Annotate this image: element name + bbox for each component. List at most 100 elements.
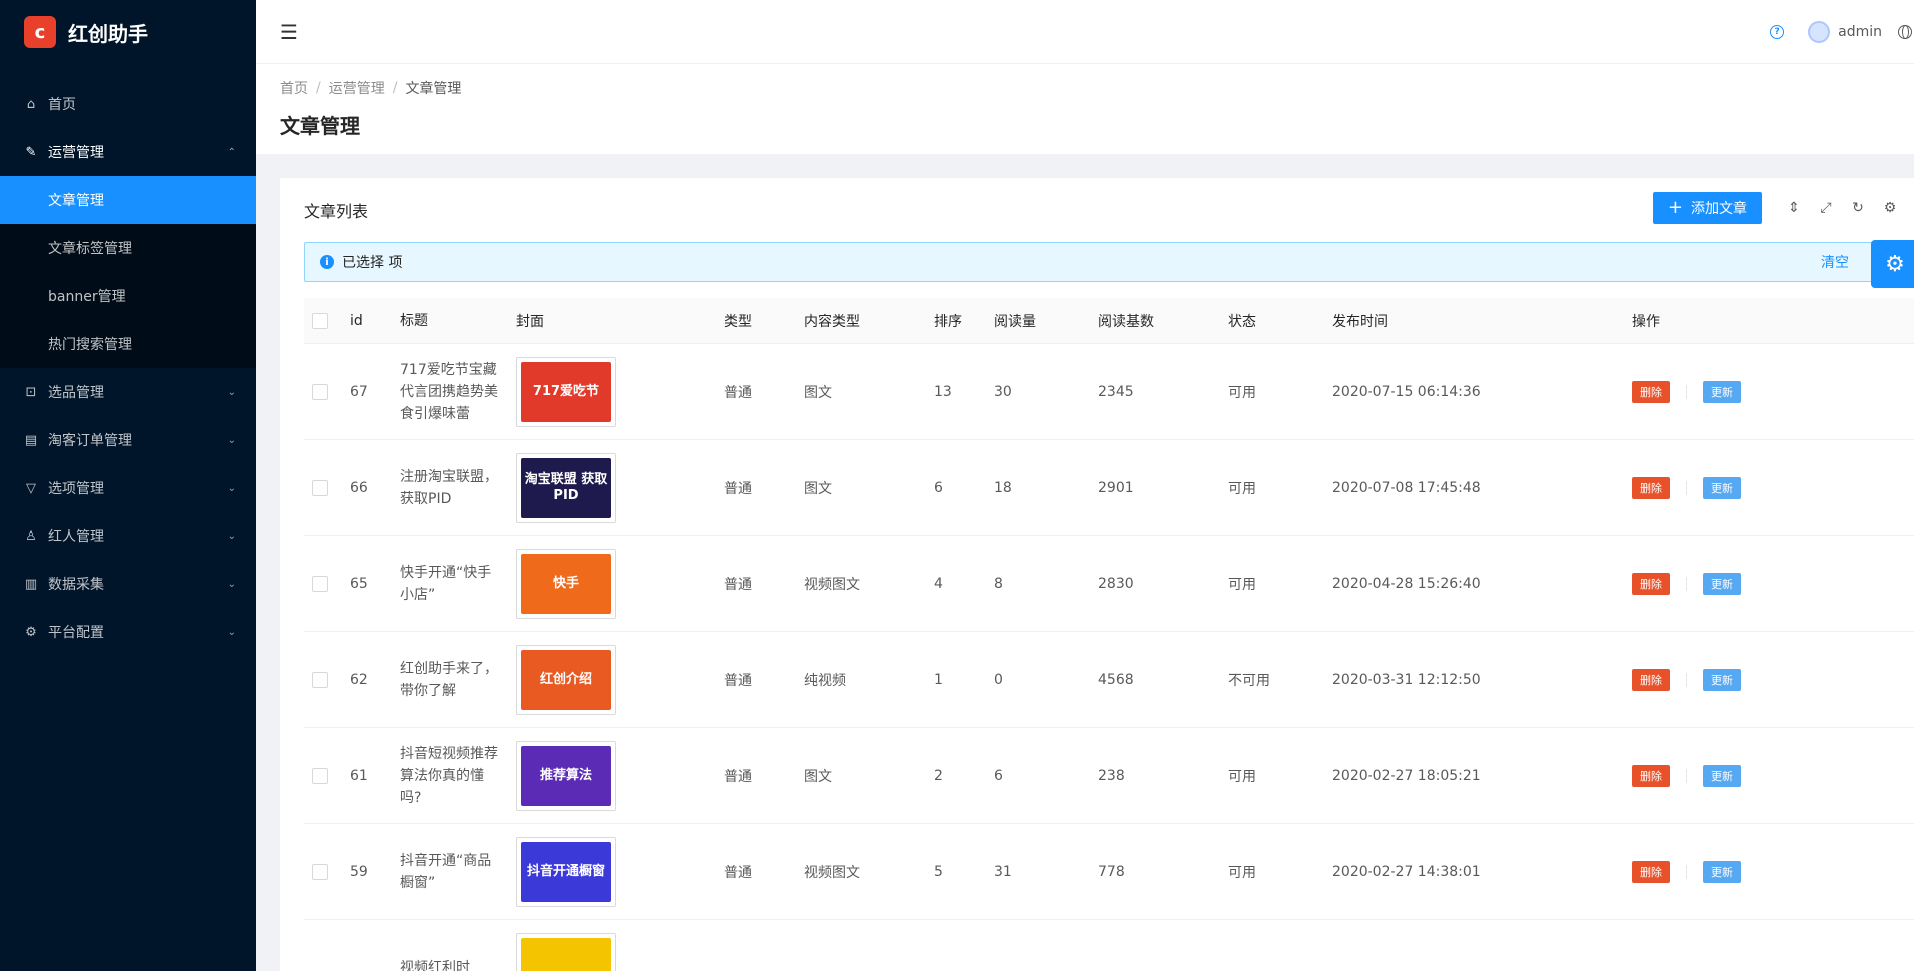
sidebar-item[interactable]: ⌂ 首页: [0, 80, 256, 128]
cover-thumbnail[interactable]: 717爱吃节: [516, 356, 616, 427]
submenu-item[interactable]: 热门搜索管理: [0, 320, 256, 368]
cell-type: 普通: [724, 576, 752, 593]
update-button[interactable]: 更新: [1703, 860, 1741, 883]
logo[interactable]: c 红创助手: [0, 0, 256, 64]
plus-icon: +: [1667, 197, 1683, 218]
submenu-item[interactable]: banner管理: [0, 272, 256, 320]
cover-thumbnail[interactable]: 抖音开通橱窗: [516, 836, 616, 907]
selection-alert: i 已选择 项 清空: [304, 242, 1890, 282]
avatar[interactable]: [1808, 21, 1831, 43]
row-checkbox[interactable]: [312, 383, 328, 400]
breadcrumb-separator: /: [316, 80, 321, 96]
fullscreen-icon[interactable]: ⤢: [1818, 200, 1834, 216]
sidebar-item[interactable]: ▤ 淘客订单管理 ⌄: [0, 416, 256, 464]
divider: [1686, 672, 1687, 687]
update-button[interactable]: 更新: [1703, 380, 1741, 403]
chevron-down-icon: ⌄: [227, 482, 236, 494]
gear-icon: ⚙: [1885, 251, 1905, 277]
cover-thumbnail[interactable]: 红创介绍: [516, 644, 616, 715]
cover-image: 推荐算法: [521, 745, 611, 806]
cell-read-base: 238: [1098, 767, 1125, 784]
cover-thumbnail[interactable]: 快手: [516, 548, 616, 619]
cell-read-count: 30: [994, 383, 1012, 400]
cell-type: 普通: [724, 672, 752, 689]
density-icon[interactable]: ⇕: [1786, 200, 1802, 216]
selection-text: 已选择 项: [342, 255, 403, 271]
cell-type: 普通: [724, 864, 752, 881]
row-checkbox[interactable]: [312, 479, 328, 496]
settings-drawer-button[interactable]: ⚙: [1871, 240, 1914, 288]
cover-thumbnail[interactable]: [516, 932, 616, 971]
cell-title: 视频红利时: [400, 959, 470, 971]
delete-button[interactable]: 删除: [1632, 572, 1670, 595]
sidebar-item[interactable]: ♙ 红人管理 ⌄: [0, 512, 256, 560]
sidebar-item[interactable]: ✎ 运营管理 ⌃: [0, 128, 256, 176]
cell-title: 注册淘宝联盟，获取PID: [400, 468, 498, 507]
update-button[interactable]: 更新: [1703, 668, 1741, 691]
info-icon: i: [320, 255, 334, 269]
menu-fold-icon[interactable]: ☰: [280, 20, 298, 44]
cell-content-type: 纯视频: [804, 672, 846, 689]
cell-type: 普通: [724, 384, 752, 401]
delete-button[interactable]: 删除: [1632, 764, 1670, 787]
delete-button[interactable]: 删除: [1632, 380, 1670, 403]
col-header: id: [350, 312, 363, 329]
cell-id: 67: [350, 383, 368, 400]
cell-content-type: 视频图文: [804, 576, 860, 593]
app-title: 红创助手: [68, 21, 148, 46]
breadcrumb-separator: /: [392, 80, 398, 96]
cell-publish-time: 2020-02-27 14:38:01: [1332, 863, 1481, 880]
sidebar-item[interactable]: ▽ 选项管理 ⌄: [0, 464, 256, 512]
delete-button[interactable]: 删除: [1632, 668, 1670, 691]
sidebar-item[interactable]: ▥ 数据采集 ⌄: [0, 560, 256, 608]
cover-thumbnail[interactable]: 淘宝联盟 获取PID: [516, 452, 616, 523]
delete-button[interactable]: 删除: [1632, 860, 1670, 883]
table-header: id 标题 封面 类型 内容类型 排序 阅读量 阅读基数 状态 发布时间 操作: [304, 298, 1914, 344]
cell-status: 可用: [1228, 864, 1256, 881]
cell-content-type: 图文: [804, 768, 832, 785]
breadcrumb-item[interactable]: 首页: [280, 78, 308, 98]
database-icon: ▥: [24, 576, 38, 592]
logo-icon: c: [24, 16, 56, 48]
row-checkbox[interactable]: [312, 863, 328, 880]
language-globe-icon[interactable]: [1898, 25, 1912, 39]
submenu-item[interactable]: 文章管理: [0, 176, 256, 224]
cell-sort: 5: [934, 863, 943, 880]
cell-id: 62: [350, 671, 368, 688]
add-article-button[interactable]: + 添加文章: [1652, 192, 1762, 224]
row-checkbox[interactable]: [312, 767, 328, 784]
cover-image: [521, 937, 611, 971]
row-checkbox[interactable]: [312, 575, 328, 592]
select-all-checkbox[interactable]: [312, 312, 328, 329]
filter-icon: ▽: [26, 480, 36, 496]
cell-title: 抖音开通“商品橱窗”: [400, 852, 492, 891]
clear-selection-link[interactable]: 清空: [1821, 252, 1849, 272]
submenu-item[interactable]: 文章标签管理: [0, 224, 256, 272]
shopping-icon: ⊡: [25, 384, 37, 400]
column-setting-icon[interactable]: ⚙: [1882, 200, 1898, 216]
reload-icon[interactable]: ↻: [1850, 200, 1866, 216]
cell-type: 普通: [724, 480, 752, 497]
breadcrumb-item[interactable]: 运营管理: [329, 78, 385, 98]
sidebar-item[interactable]: ⊡ 选品管理 ⌄: [0, 368, 256, 416]
user-name[interactable]: admin: [1838, 24, 1882, 40]
sidebar-item-label: 运营管理: [48, 145, 104, 161]
col-header: 标题: [400, 312, 428, 329]
col-header: 封面: [516, 313, 544, 330]
update-button[interactable]: 更新: [1703, 572, 1741, 595]
help-icon[interactable]: ?: [1770, 25, 1785, 39]
cover-image: 淘宝联盟 获取PID: [521, 457, 611, 518]
row-checkbox[interactable]: [312, 671, 328, 688]
divider: [1686, 480, 1687, 495]
update-button[interactable]: 更新: [1703, 764, 1741, 787]
col-header: 内容类型: [804, 313, 860, 330]
chevron-down-icon: ⌄: [227, 626, 236, 638]
sidebar-item-label: 首页: [48, 97, 76, 113]
cover-thumbnail[interactable]: 推荐算法: [516, 740, 616, 811]
update-button[interactable]: 更新: [1703, 476, 1741, 499]
sidebar-item[interactable]: ⚙ 平台配置 ⌄: [0, 608, 256, 656]
delete-button[interactable]: 删除: [1632, 476, 1670, 499]
file-icon: ▤: [24, 432, 38, 448]
table-card: 文章列表 + 添加文章 ⇕ ⤢ ↻ ⚙ i 已选择 项 清空 id 标题 封面 …: [280, 178, 1914, 971]
table-toolbar: + 添加文章 ⇕ ⤢ ↻ ⚙: [1652, 192, 1914, 224]
